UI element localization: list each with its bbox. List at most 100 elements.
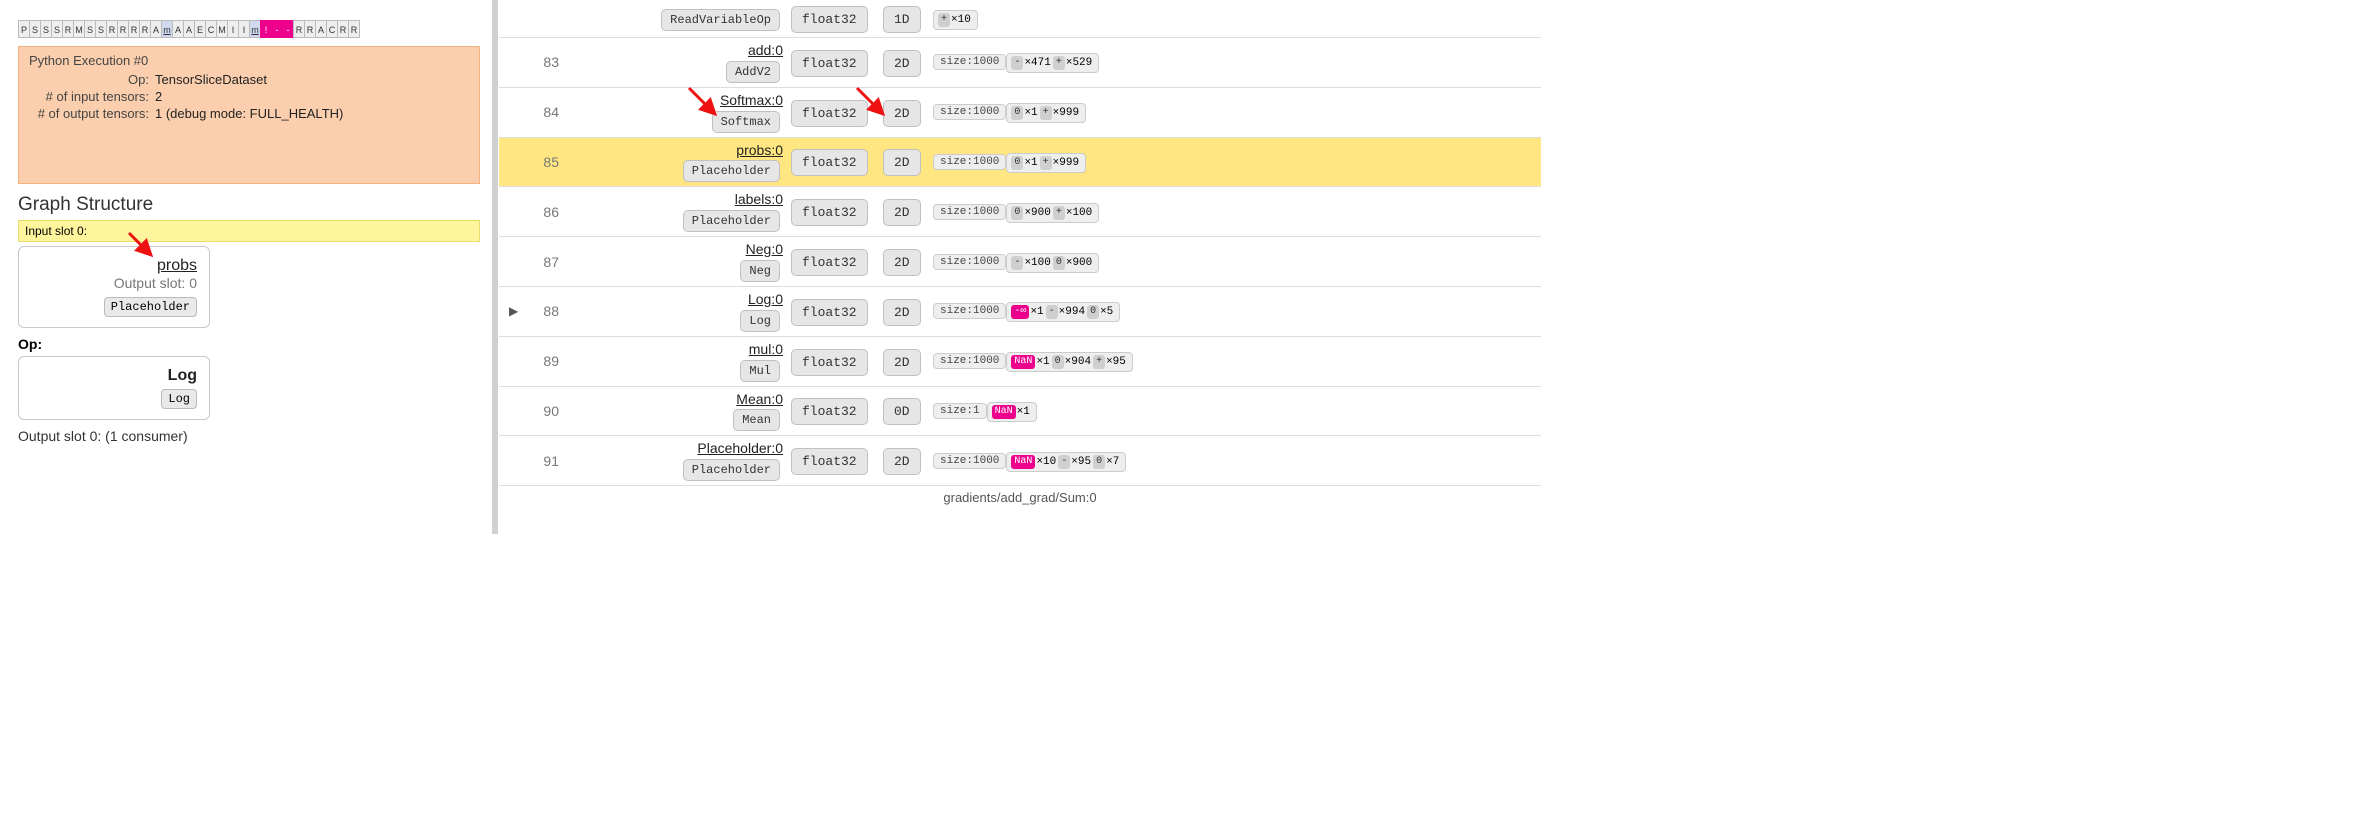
op-chip[interactable]: ReadVariableOp: [661, 9, 780, 31]
row-index: 83: [523, 54, 571, 70]
tensor-row[interactable]: 86labels:0Placeholderfloat322Dsize:10000…: [499, 187, 1541, 237]
tensor-row[interactable]: 89mul:0Mulfloat322Dsize:1000NaN×10×904+×…: [499, 337, 1541, 387]
stat-symbol-icon: 0: [1053, 256, 1065, 270]
tensor-name-link[interactable]: labels:0: [571, 191, 783, 208]
op-box[interactable]: Log Log: [18, 356, 210, 420]
dtype-chip[interactable]: float32: [791, 6, 868, 33]
execution-detail-card: Python Execution #0 Op:TensorSliceDatase…: [18, 46, 480, 184]
tensor-name-link[interactable]: mul:0: [571, 341, 783, 358]
dim-chip[interactable]: 2D: [883, 349, 921, 376]
input-tensor-sub: Output slot: 0: [114, 275, 197, 291]
tensor-name-link[interactable]: Log:0: [571, 291, 783, 308]
stat-count: ×999: [1053, 107, 1079, 119]
stats-breakdown[interactable]: 0×1+×999: [1006, 103, 1086, 123]
op-chip[interactable]: Neg: [740, 260, 780, 282]
op-chip[interactable]: Log: [161, 389, 197, 409]
dim-chip[interactable]: 2D: [883, 50, 921, 77]
stat-count: ×900: [1066, 257, 1092, 269]
stat-count: ×994: [1059, 306, 1085, 318]
op-heading: Op:: [18, 336, 492, 352]
tensor-row[interactable]: 85probs:0Placeholderfloat322Dsize:10000×…: [499, 138, 1541, 188]
dim-chip[interactable]: 1D: [883, 6, 921, 33]
stats-breakdown[interactable]: 0×1+×999: [1006, 153, 1086, 173]
tensor-row[interactable]: 91Placeholder:0Placeholderfloat322Dsize:…: [499, 436, 1541, 486]
input-tensor-link[interactable]: probs: [31, 257, 197, 275]
dtype-chip[interactable]: float32: [791, 100, 868, 127]
tensor-row[interactable]: 87Neg:0Negfloat322Dsize:1000-×1000×900: [499, 237, 1541, 287]
stat-count: ×10: [951, 14, 971, 26]
size-badge: size:1000: [933, 453, 1006, 469]
stat-symbol-icon: -: [1011, 56, 1023, 70]
row-index: 88: [523, 303, 571, 319]
stats-breakdown[interactable]: +×10: [933, 10, 978, 30]
dtype-chip[interactable]: float32: [791, 50, 868, 77]
stats-breakdown[interactable]: 0×900+×100: [1006, 203, 1099, 223]
op-chip[interactable]: Mean: [733, 409, 780, 431]
op-chip[interactable]: Placeholder: [683, 160, 780, 182]
stat-symbol-icon: +: [1053, 206, 1065, 220]
event-ribbon[interactable]: PSSSRMSSRRRRAmAAECMIIm!--RRACRR: [18, 20, 492, 38]
stats-breakdown[interactable]: NaN×1: [987, 402, 1037, 422]
dtype-chip[interactable]: float32: [791, 299, 868, 326]
dtype-chip[interactable]: float32: [791, 398, 868, 425]
stat-symbol-icon: -: [1058, 455, 1070, 469]
stats-breakdown[interactable]: -∞×1-×9940×5: [1006, 302, 1120, 322]
dtype-chip[interactable]: float32: [791, 249, 868, 276]
execution-title: Python Execution #0: [29, 53, 469, 68]
op-chip[interactable]: Log: [740, 310, 780, 332]
op-chip[interactable]: Softmax: [712, 111, 780, 133]
expand-toggle-icon[interactable]: ▶: [509, 304, 523, 318]
tensor-name-link[interactable]: Placeholder:0: [571, 440, 783, 457]
card-row-label: # of output tensors:: [29, 106, 155, 121]
stat-count: ×5: [1100, 306, 1113, 318]
size-badge: size:1: [933, 403, 987, 419]
stats-breakdown[interactable]: NaN×10×904+×95: [1006, 352, 1132, 372]
stats-breakdown[interactable]: NaN×10-×950×7: [1006, 452, 1126, 472]
stat-count: ×100: [1066, 207, 1092, 219]
tensor-row[interactable]: 84Softmax:0Softmaxfloat322Dsize:10000×1+…: [499, 88, 1541, 138]
op-chip[interactable]: AddV2: [726, 61, 780, 83]
dtype-chip[interactable]: float32: [791, 349, 868, 376]
tensor-name-link[interactable]: Mean:0: [571, 391, 783, 408]
stat-count: ×471: [1024, 57, 1050, 69]
op-chip[interactable]: Placeholder: [683, 459, 780, 481]
stat-count: ×100: [1024, 257, 1050, 269]
dim-chip[interactable]: 2D: [883, 448, 921, 475]
size-badge: size:1000: [933, 54, 1006, 70]
dtype-chip[interactable]: float32: [791, 448, 868, 475]
stats-breakdown[interactable]: -×471+×529: [1006, 53, 1099, 73]
row-index: 90: [523, 403, 571, 419]
stat-count: ×1: [1017, 406, 1030, 418]
stat-symbol-icon: 0: [1011, 156, 1023, 170]
dim-chip[interactable]: 2D: [883, 199, 921, 226]
tensor-row[interactable]: 83add:0 AddV2 float32 2D size:1000-×471+×529: [499, 38, 1541, 88]
input-tensor-op-chip[interactable]: Placeholder: [104, 297, 197, 317]
tensor-row[interactable]: 90Mean:0Mean float32 0D size:1NaN×1: [499, 387, 1541, 437]
size-badge: size:1000: [933, 303, 1006, 319]
tensor-row[interactable]: ▶88Log:0 Log float32 2D size:1000-∞×1-×9940×…: [499, 287, 1541, 337]
op-chip[interactable]: Placeholder: [683, 210, 780, 232]
tensor-name-link[interactable]: probs:0: [571, 142, 783, 159]
tensor-name-link[interactable]: Softmax:0: [571, 92, 783, 109]
dim-chip[interactable]: 0D: [883, 398, 921, 425]
size-badge: size:1000: [933, 204, 1006, 220]
tensor-name-link[interactable]: add:0: [571, 42, 783, 59]
dim-chip[interactable]: 2D: [883, 100, 921, 127]
input-tensor-box[interactable]: probs Output slot: 0 Placeholder: [18, 246, 210, 328]
op-chip[interactable]: Mul: [740, 360, 780, 382]
stats-breakdown[interactable]: -×1000×900: [1006, 253, 1099, 273]
stat-count: ×1: [1024, 107, 1037, 119]
dim-chip[interactable]: 2D: [883, 249, 921, 276]
tensor-name-link[interactable]: Neg:0: [571, 241, 783, 258]
stat-symbol-icon: NaN: [1011, 455, 1035, 469]
stat-symbol-icon: NaN: [1011, 355, 1035, 369]
tensor-row[interactable]: ReadVariableOp float32 1D +×10: [499, 0, 1541, 38]
dim-chip[interactable]: 2D: [883, 149, 921, 176]
stat-symbol-icon: -: [1046, 305, 1058, 319]
ribbon-cell[interactable]: R: [348, 20, 360, 38]
dim-chip[interactable]: 2D: [883, 299, 921, 326]
dtype-chip[interactable]: float32: [791, 199, 868, 226]
card-row-value: 1 (debug mode: FULL_HEALTH): [155, 106, 343, 121]
stat-symbol-icon: +: [1053, 56, 1065, 70]
dtype-chip[interactable]: float32: [791, 149, 868, 176]
